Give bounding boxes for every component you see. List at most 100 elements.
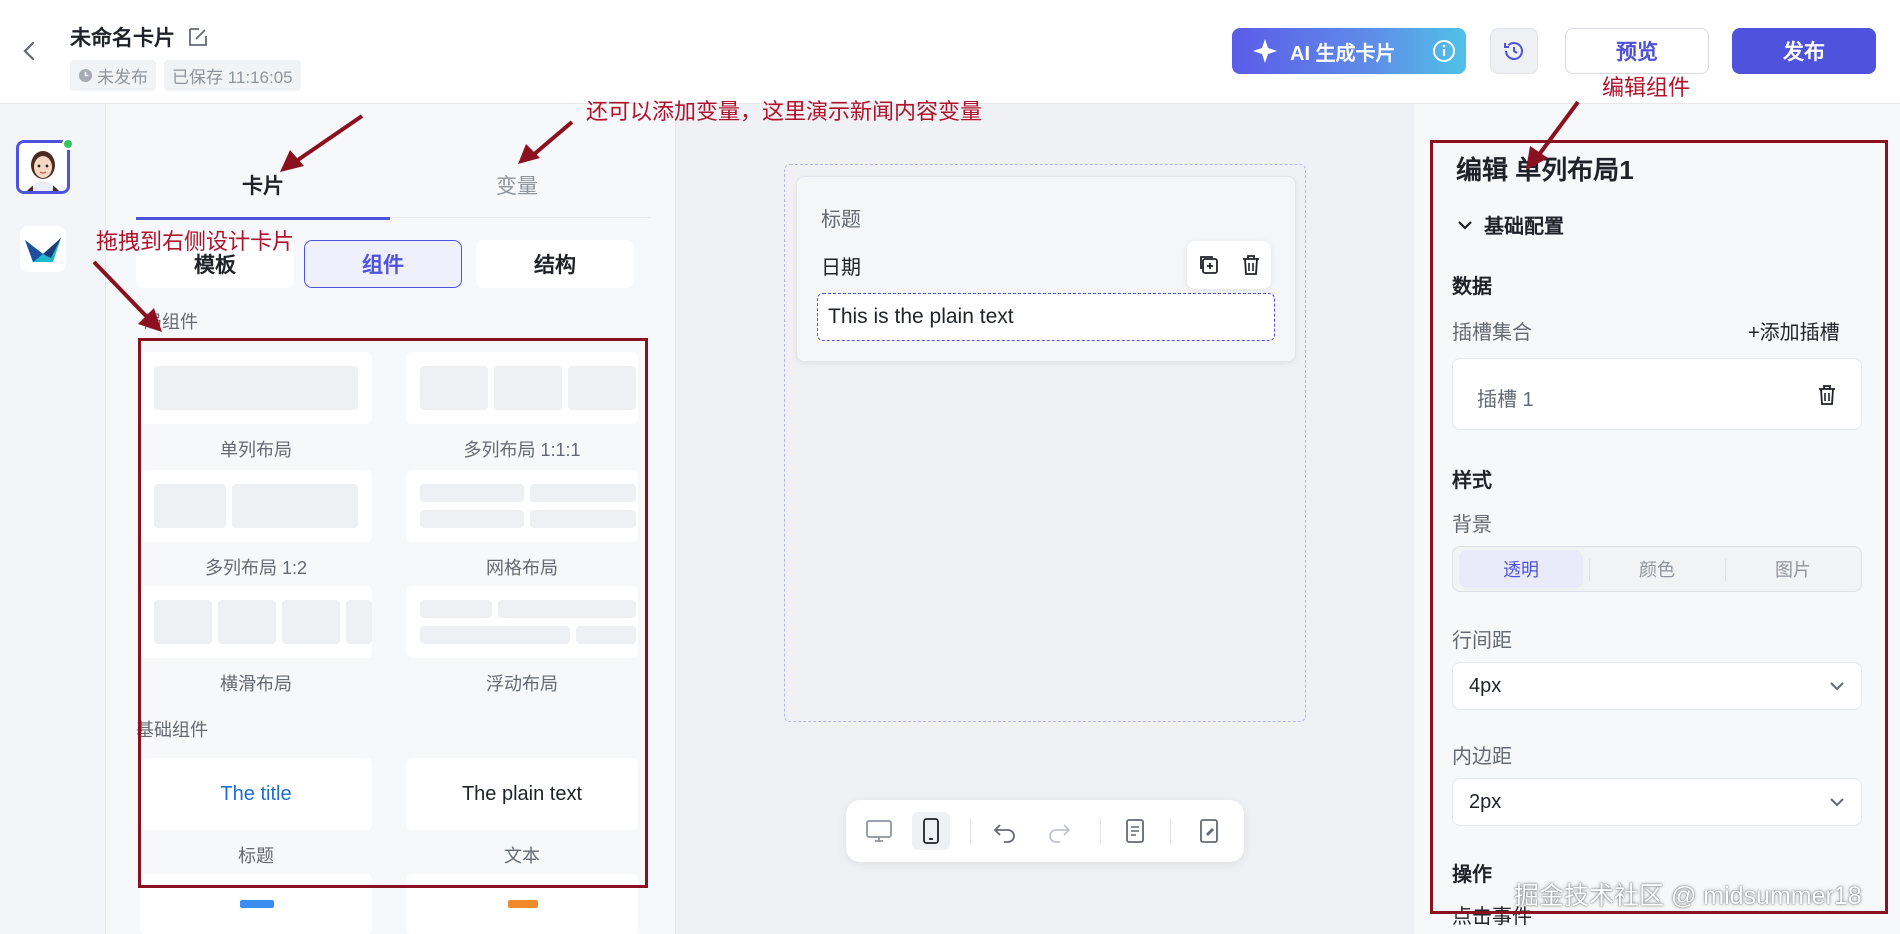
desktop-view-button[interactable] — [860, 812, 898, 850]
component-horizontal-scroll[interactable]: 横滑布局 — [140, 586, 372, 696]
component-label: 文本 — [504, 846, 540, 866]
app-logo[interactable] — [20, 226, 66, 272]
card-settings-button[interactable] — [1190, 812, 1228, 850]
component-label: 标题 — [238, 846, 274, 866]
document-icon — [1126, 819, 1144, 843]
duplicate-icon[interactable] — [1197, 253, 1221, 277]
chevron-left-icon — [23, 41, 35, 61]
background-option-transparent[interactable]: 透明 — [1459, 550, 1583, 588]
sparkle-icon — [1253, 39, 1277, 63]
background-type-selector: 透明 颜色 图片 — [1452, 546, 1862, 592]
back-button[interactable] — [14, 36, 44, 66]
mobile-view-button[interactable] — [912, 812, 950, 850]
component-label: 多列布局 1:1:1 — [463, 440, 581, 460]
history-icon — [1504, 42, 1523, 60]
card-plain-text[interactable]: This is the plain text — [817, 293, 1275, 341]
canvas-toolbar — [846, 800, 1244, 862]
desktop-icon — [866, 820, 892, 842]
card-edit-icon — [1200, 819, 1218, 843]
basic-config-section[interactable]: 基础配置 — [1456, 210, 1564, 239]
style-heading: 样式 — [1452, 470, 1492, 492]
line-spacing-select[interactable]: 4px — [1452, 662, 1862, 710]
component-multi-column-111[interactable]: 多列布局 1:1:1 — [406, 352, 638, 462]
data-heading: 数据 — [1452, 276, 1492, 298]
add-slot-button[interactable]: +添加插槽 — [1748, 316, 1840, 345]
data-json-button[interactable] — [1116, 812, 1154, 850]
redo-icon — [1049, 824, 1071, 843]
component-panel: 卡片 变量 模板 组件 结构 局组件 单列布局 多列布局 1:1:1 多列布局 … — [106, 104, 676, 934]
component-thumb-title: The title — [140, 758, 372, 830]
component-multi-column-12[interactable]: 多列布局 1:2 — [140, 470, 372, 580]
status-row: 未发布 已保存 11:16:05 — [70, 60, 301, 91]
component-label: 多列布局 1:2 — [204, 558, 308, 578]
slot-item-label: 插槽 1 — [1477, 389, 1534, 411]
watermark: 掘金技术社区 @ midsummer18 — [1514, 882, 1862, 910]
segment-component[interactable]: 组件 — [304, 240, 462, 288]
background-option-image[interactable]: 图片 — [1725, 547, 1861, 591]
save-status-text: 已保存 11:16:05 — [172, 68, 293, 87]
clock-icon — [78, 68, 93, 83]
component-text[interactable]: The plain text 文本 — [406, 758, 638, 868]
tab-card[interactable]: 卡片 — [136, 152, 390, 220]
basic-section-label: 基础组件 — [136, 720, 208, 740]
user-avatar-icon — [19, 143, 67, 191]
tab-variable[interactable]: 变量 — [390, 152, 644, 218]
delete-icon[interactable] — [1240, 253, 1262, 277]
padding-value: 2px — [1469, 790, 1502, 813]
info-icon[interactable] — [1432, 39, 1456, 63]
online-status-dot — [62, 138, 74, 150]
component-label: 单列布局 — [220, 440, 292, 460]
component-single-column[interactable]: 单列布局 — [140, 352, 372, 462]
padding-label: 内边距 — [1452, 746, 1512, 768]
history-button[interactable] — [1490, 28, 1538, 74]
component-peek-image[interactable] — [140, 874, 372, 934]
component-thumb — [140, 586, 372, 658]
background-label: 背景 — [1452, 514, 1492, 536]
publish-button[interactable]: 发布 — [1732, 28, 1876, 74]
component-thumb — [406, 352, 638, 424]
edit-icon[interactable] — [186, 25, 210, 49]
top-header: 未命名卡片 未发布 已保存 11:16:05 AI 生成卡片 预览 发布 — [0, 0, 1900, 104]
ai-generate-card-button[interactable]: AI 生成卡片 — [1232, 28, 1466, 74]
chevron-down-icon — [1458, 220, 1472, 230]
left-rail — [0, 104, 106, 934]
component-thumb — [406, 586, 638, 658]
slot-collection-label: 插槽集合 — [1452, 322, 1532, 344]
component-title[interactable]: The title 标题 — [140, 758, 372, 868]
card-title-text[interactable]: 标题 — [821, 203, 861, 232]
save-status-badge: 已保存 11:16:05 — [164, 60, 301, 91]
segment-structure[interactable]: 结构 — [476, 240, 634, 288]
component-thumb — [140, 470, 372, 542]
preview-button[interactable]: 预览 — [1565, 28, 1709, 74]
component-float-layout[interactable]: 浮动布局 — [406, 586, 638, 696]
component-label: 横滑布局 — [220, 674, 292, 694]
segment-template[interactable]: 模板 — [136, 240, 294, 288]
avatar[interactable] — [16, 140, 70, 194]
component-thumb-text: The plain text — [406, 758, 638, 830]
panel-tabs: 卡片 变量 — [136, 152, 650, 220]
publish-status-badge: 未发布 — [70, 60, 156, 91]
component-label: 网格布局 — [486, 558, 558, 578]
layout-section-label: 局组件 — [144, 312, 198, 332]
component-label: 浮动布局 — [486, 674, 558, 694]
redo-button[interactable] — [1040, 812, 1078, 850]
background-option-color[interactable]: 颜色 — [1589, 547, 1725, 591]
mobile-icon — [923, 818, 939, 844]
publish-status-text: 未发布 — [97, 68, 148, 87]
card-name-title: 未命名卡片 — [70, 27, 175, 50]
actions-heading: 操作 — [1452, 864, 1492, 886]
line-spacing-value: 4px — [1469, 674, 1502, 697]
component-grid-layout[interactable]: 网格布局 — [406, 470, 638, 580]
slot-item[interactable]: 插槽 1 — [1452, 358, 1862, 430]
component-thumb — [406, 470, 638, 542]
card-date-text[interactable]: 日期 — [821, 251, 861, 280]
single-column-card[interactable]: 标题 日期 This is the plain text — [796, 176, 1296, 362]
delete-icon[interactable] — [1815, 383, 1839, 407]
padding-select[interactable]: 2px — [1452, 778, 1862, 826]
component-peek-other[interactable] — [406, 874, 638, 934]
card-toolbar — [1187, 241, 1271, 289]
chevron-down-icon — [1830, 682, 1844, 691]
chevron-down-icon — [1830, 798, 1844, 807]
line-spacing-label: 行间距 — [1452, 630, 1512, 652]
undo-button[interactable] — [986, 812, 1024, 850]
